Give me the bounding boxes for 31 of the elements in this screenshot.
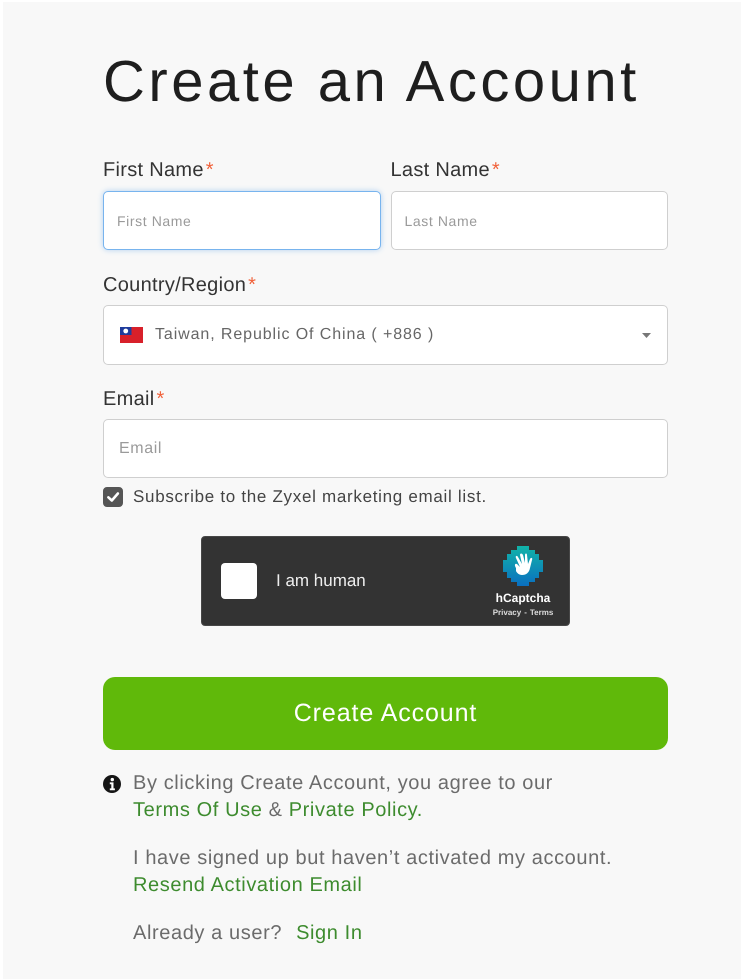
captcha-checkbox[interactable] <box>221 563 257 599</box>
signin-prompt: Already a user? <box>133 921 282 946</box>
country-select[interactable]: Taiwan, Republic Of China ( +886 ) <box>103 305 668 365</box>
sign-in-link[interactable]: Sign In <box>296 920 363 947</box>
email-input[interactable]: Email <box>103 419 668 478</box>
page-title: Create an Account <box>103 48 640 116</box>
ampersand-text: & <box>268 799 283 821</box>
captcha-label: I am human <box>276 571 366 591</box>
checkmark-icon <box>106 490 120 504</box>
consent-text: By clicking Create Account, you agree to our <box>133 772 553 794</box>
create-account-button[interactable]: Create Account <box>103 677 668 750</box>
country-label: Country/Region* <box>103 274 256 296</box>
link-separator: - <box>524 608 527 616</box>
first-name-label: First Name* <box>103 159 214 181</box>
private-policy-link[interactable]: Private Policy. <box>288 799 423 821</box>
captcha-brand: hCaptcha <box>496 590 550 604</box>
activation-text: I have signed up but haven’t activated my account. <box>133 846 612 871</box>
last-name-input[interactable]: Last Name <box>390 191 668 250</box>
subscribe-label: Subscribe to the Zyxel marketing email list. <box>133 487 487 507</box>
subscribe-checkbox[interactable] <box>103 487 123 507</box>
privacy-link[interactable]: Privacy <box>492 608 522 616</box>
caret-down-icon <box>642 332 651 338</box>
email-label: Email* <box>103 388 165 410</box>
terms-link[interactable]: Terms <box>530 608 554 616</box>
first-name-input[interactable]: First Name <box>103 191 380 250</box>
terms-of-use-link[interactable]: Terms Of Use <box>133 799 262 821</box>
hand-logo-icon <box>503 546 543 586</box>
flag-icon <box>120 327 143 343</box>
resend-activation-link[interactable]: Resend Activation Email <box>133 872 362 899</box>
info-icon <box>103 775 121 793</box>
last-name-label: Last Name* <box>390 159 500 181</box>
